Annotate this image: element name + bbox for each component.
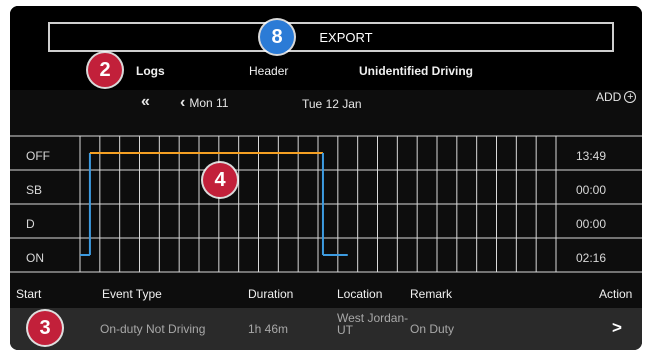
row-location-line2: UT: [337, 323, 353, 337]
total-on: 02:16: [576, 251, 607, 265]
row-event-type: On-duty Not Driving: [100, 322, 206, 336]
eld-screen: EXPORT 8 Logs Header Unidentified Drivin…: [10, 6, 642, 350]
add-label: ADD: [596, 90, 622, 104]
export-button[interactable]: EXPORT: [48, 22, 614, 52]
tab-header[interactable]: Header: [249, 64, 288, 78]
tab-unidentified-driving[interactable]: Unidentified Driving: [359, 64, 473, 78]
export-label: EXPORT: [319, 29, 373, 45]
current-day-label: Tue 12 Jan: [302, 97, 362, 111]
total-off: 13:49: [576, 149, 607, 163]
callout-badge-logs: 2: [88, 53, 122, 87]
duty-status-grid: [10, 135, 642, 273]
chevron-right-icon[interactable]: >: [612, 318, 622, 338]
col-header-action: Action: [599, 287, 633, 301]
total-d: 00:00: [576, 217, 607, 231]
row-location: West Jordan- UT: [337, 312, 408, 336]
col-header-event-type: Event Type: [102, 287, 162, 301]
row-duration: 1h 46m: [248, 322, 289, 336]
prev-day-button[interactable]: ‹ Mon 11: [180, 94, 229, 111]
total-sb: 00:00: [576, 183, 607, 197]
row-remark: On Duty: [410, 322, 455, 336]
callout-badge-row: 3: [28, 311, 62, 345]
col-header-location: Location: [337, 287, 383, 301]
col-header-duration: Duration: [248, 287, 294, 301]
add-event-button[interactable]: ADD +: [596, 90, 637, 104]
col-header-remark: Remark: [410, 287, 453, 301]
double-chevron-left-icon[interactable]: «: [141, 93, 150, 111]
tab-logs[interactable]: Logs: [136, 64, 165, 78]
callout-badge-export: 8: [260, 20, 294, 54]
chevron-left-icon: ‹: [180, 94, 186, 111]
col-header-start: Start: [16, 287, 42, 301]
plus-circle-icon: +: [624, 91, 637, 103]
prev-day-label: Mon 11: [189, 96, 229, 110]
callout-badge-chart: 4: [203, 163, 237, 197]
